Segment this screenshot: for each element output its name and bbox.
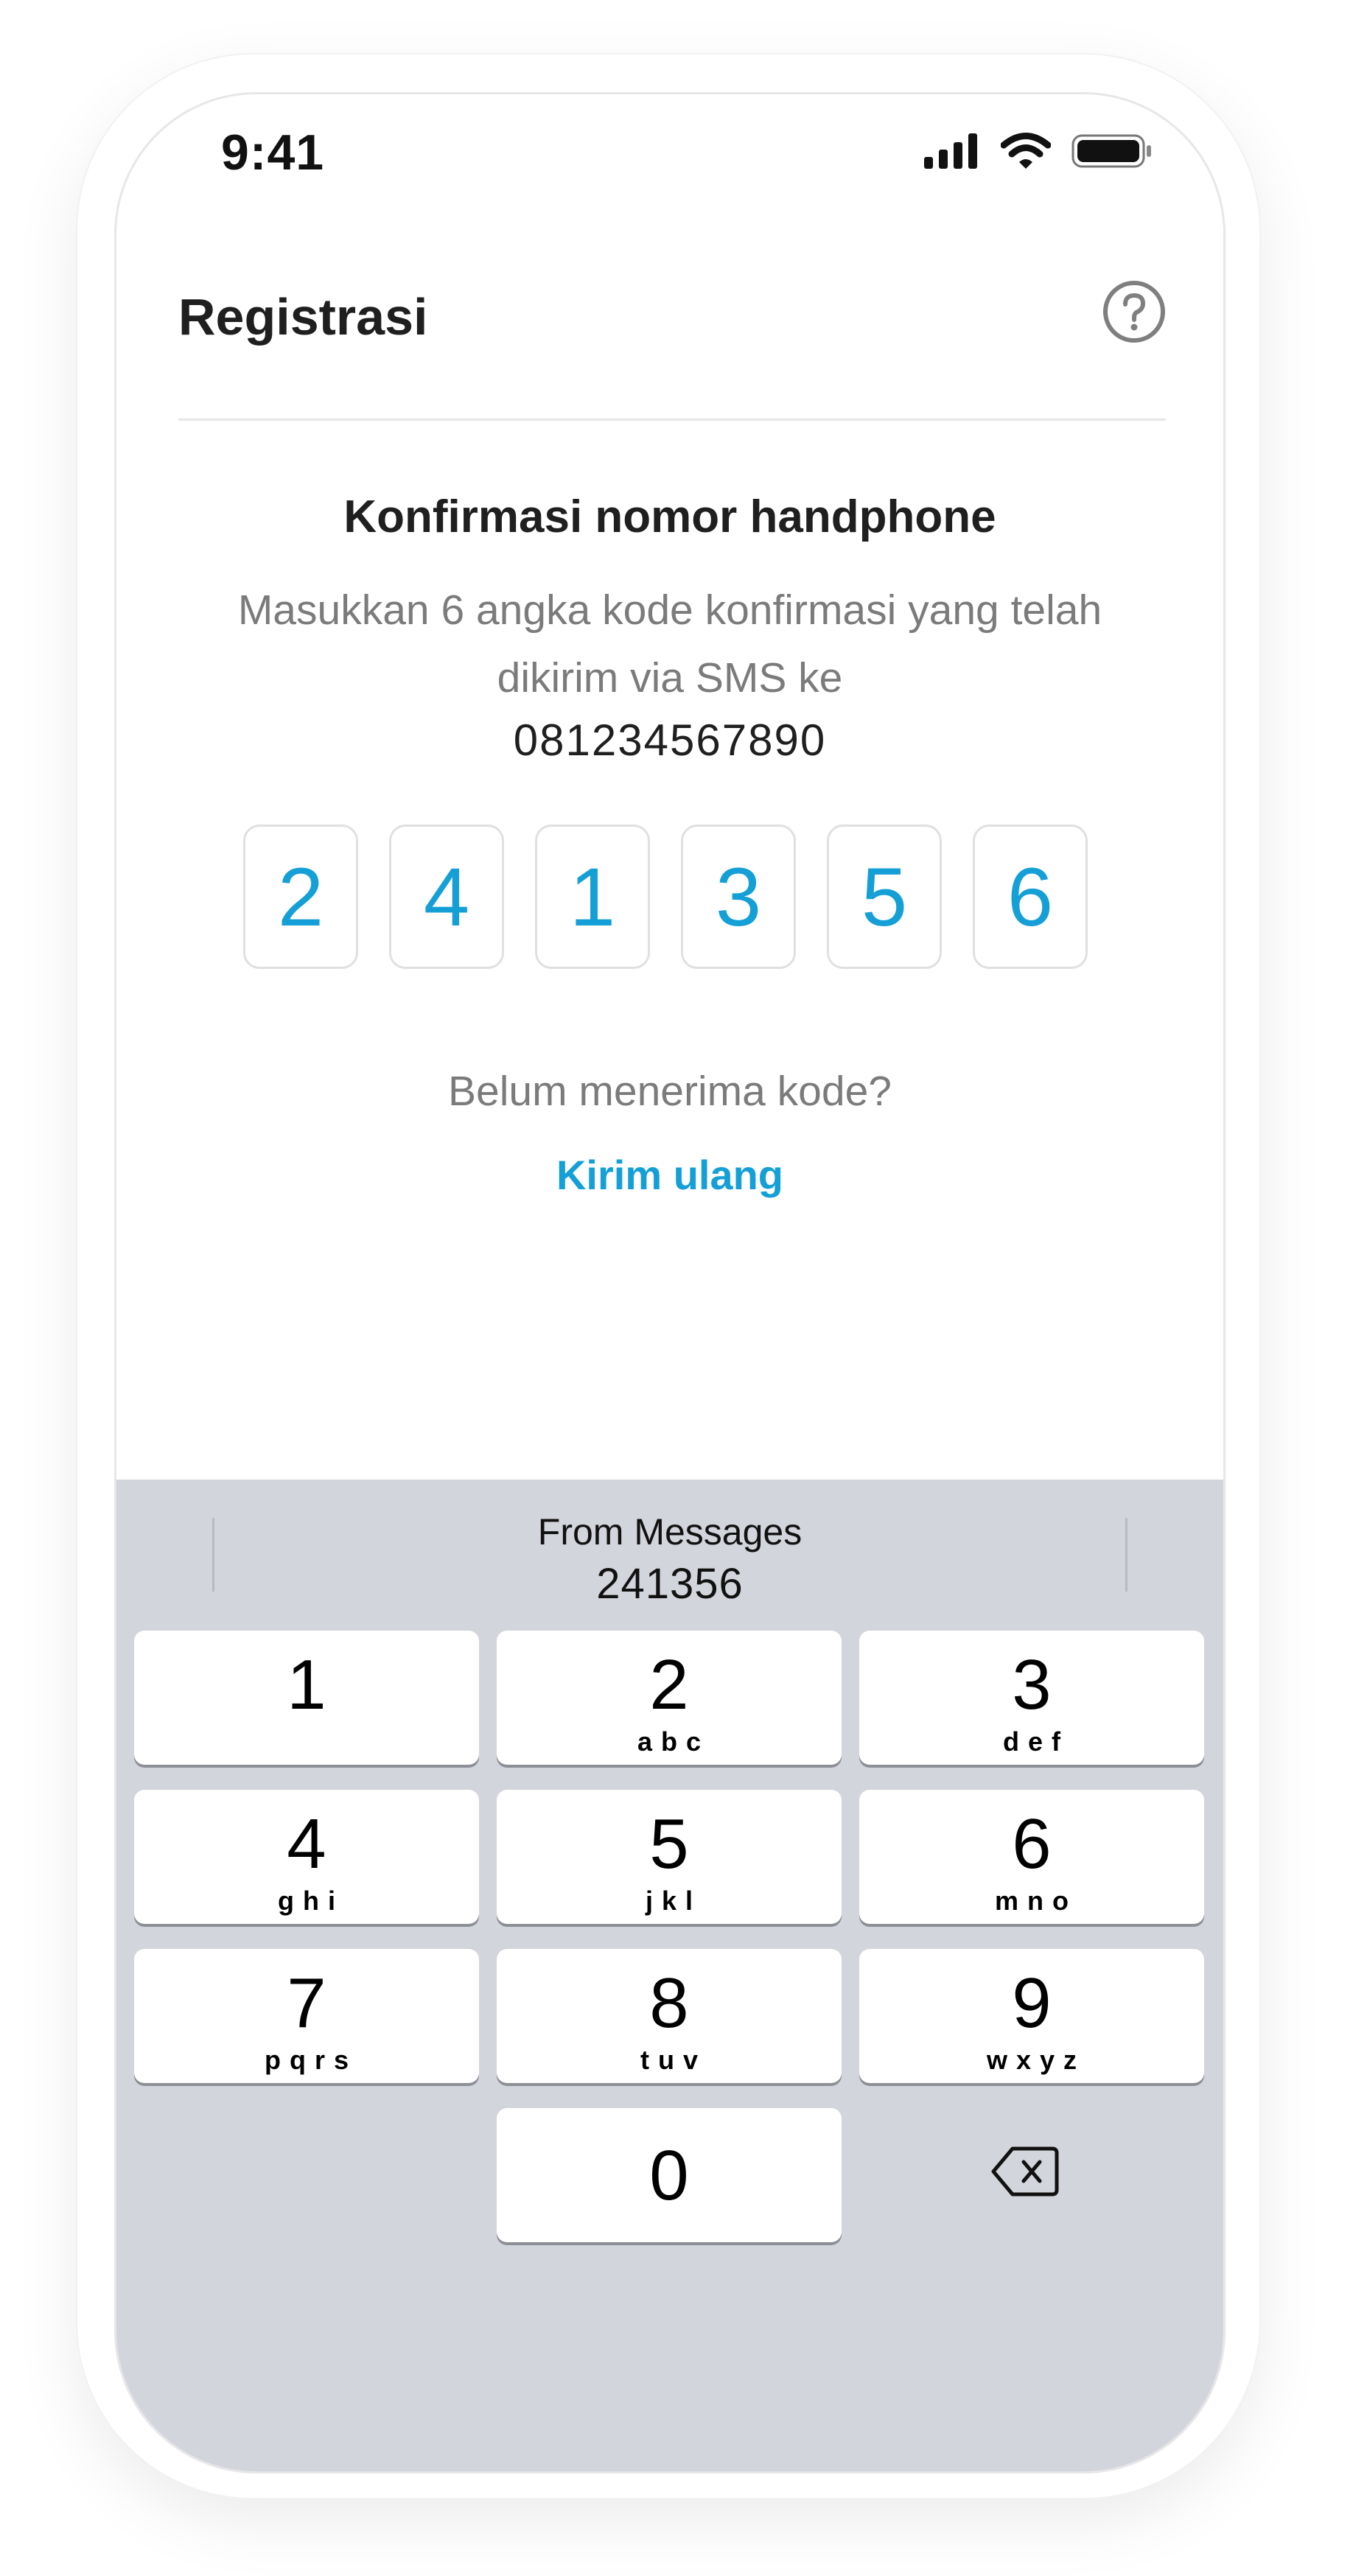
confirmation-title: Konfirmasi nomor handphone bbox=[343, 491, 996, 542]
resend-link[interactable]: Kirim ulang bbox=[116, 1151, 1223, 1199]
status-icons bbox=[924, 133, 1154, 169]
key-letters: wxyz bbox=[986, 2045, 1086, 2075]
otp-digit-2[interactable]: 4 bbox=[389, 825, 504, 969]
key-1[interactable]: 1 bbox=[134, 1631, 479, 1765]
otp-digit-3[interactable]: 1 bbox=[535, 825, 650, 969]
key-digit: 7 bbox=[287, 1964, 326, 2043]
key-letters: ghi bbox=[278, 1886, 344, 1916]
otp-input-group: 2 4 1 3 5 6 bbox=[243, 825, 1088, 969]
key-6[interactable]: 6 mno bbox=[859, 1790, 1204, 1924]
key-digit: 8 bbox=[649, 1964, 689, 2043]
suggestion-code[interactable]: 241356 bbox=[116, 1559, 1223, 1609]
battery-icon bbox=[1071, 134, 1151, 168]
key-digit: 5 bbox=[649, 1805, 689, 1883]
key-letters: jkl bbox=[645, 1886, 702, 1916]
otp-digit-4[interactable]: 3 bbox=[681, 825, 796, 969]
key-letters: tuv bbox=[640, 2045, 707, 2075]
numeric-keyboard: From Messages 241356 1 2 abc 3 def 4 ghi… bbox=[116, 1480, 1223, 2471]
phone-screen: 9:41 Registrasi Konfirmasi nomor handpho… bbox=[116, 94, 1223, 2471]
key-digit: 0 bbox=[649, 2136, 689, 2215]
key-digit: 6 bbox=[1012, 1805, 1052, 1883]
key-letters: pqrs bbox=[264, 2045, 357, 2075]
key-letters: def bbox=[1003, 1726, 1069, 1757]
key-digit: 1 bbox=[287, 1645, 326, 1724]
status-time: 9:41 bbox=[221, 125, 325, 181]
otp-digit-6[interactable]: 6 bbox=[973, 825, 1088, 969]
key-3[interactable]: 3 def bbox=[859, 1631, 1204, 1765]
key-digit: 2 bbox=[649, 1645, 689, 1724]
key-0[interactable]: 0 bbox=[497, 2108, 842, 2242]
key-8[interactable]: 8 tuv bbox=[497, 1949, 842, 2083]
key-letters: abc bbox=[637, 1726, 710, 1757]
backspace-icon[interactable] bbox=[990, 2144, 1060, 2199]
key-digit: 4 bbox=[287, 1805, 326, 1883]
key-digit: 3 bbox=[1012, 1645, 1052, 1724]
phone-number: 081234567890 bbox=[513, 715, 827, 765]
key-7[interactable]: 7 pqrs bbox=[134, 1949, 479, 2083]
otp-digit-5[interactable]: 5 bbox=[827, 825, 942, 969]
page-title: Registrasi bbox=[178, 288, 428, 346]
instruction-text: Masukkan 6 angka kode konfirmasi yang te… bbox=[237, 587, 1102, 701]
key-letters: mno bbox=[995, 1886, 1077, 1916]
key-2[interactable]: 2 abc bbox=[497, 1631, 842, 1765]
header-divider bbox=[178, 419, 1166, 421]
signal-icon bbox=[924, 133, 977, 169]
wifi-icon bbox=[1001, 133, 1051, 169]
key-5[interactable]: 5 jkl bbox=[497, 1790, 842, 1924]
key-4[interactable]: 4 ghi bbox=[134, 1790, 479, 1924]
resend-question: Belum menerima kode? bbox=[448, 1068, 892, 1115]
suggestion-label: From Messages bbox=[537, 1511, 803, 1553]
otp-digit-1[interactable]: 2 bbox=[243, 825, 358, 969]
question-circle-icon[interactable] bbox=[1102, 280, 1166, 343]
key-9[interactable]: 9 wxyz bbox=[859, 1949, 1204, 2083]
key-digit: 9 bbox=[1012, 1964, 1052, 2043]
